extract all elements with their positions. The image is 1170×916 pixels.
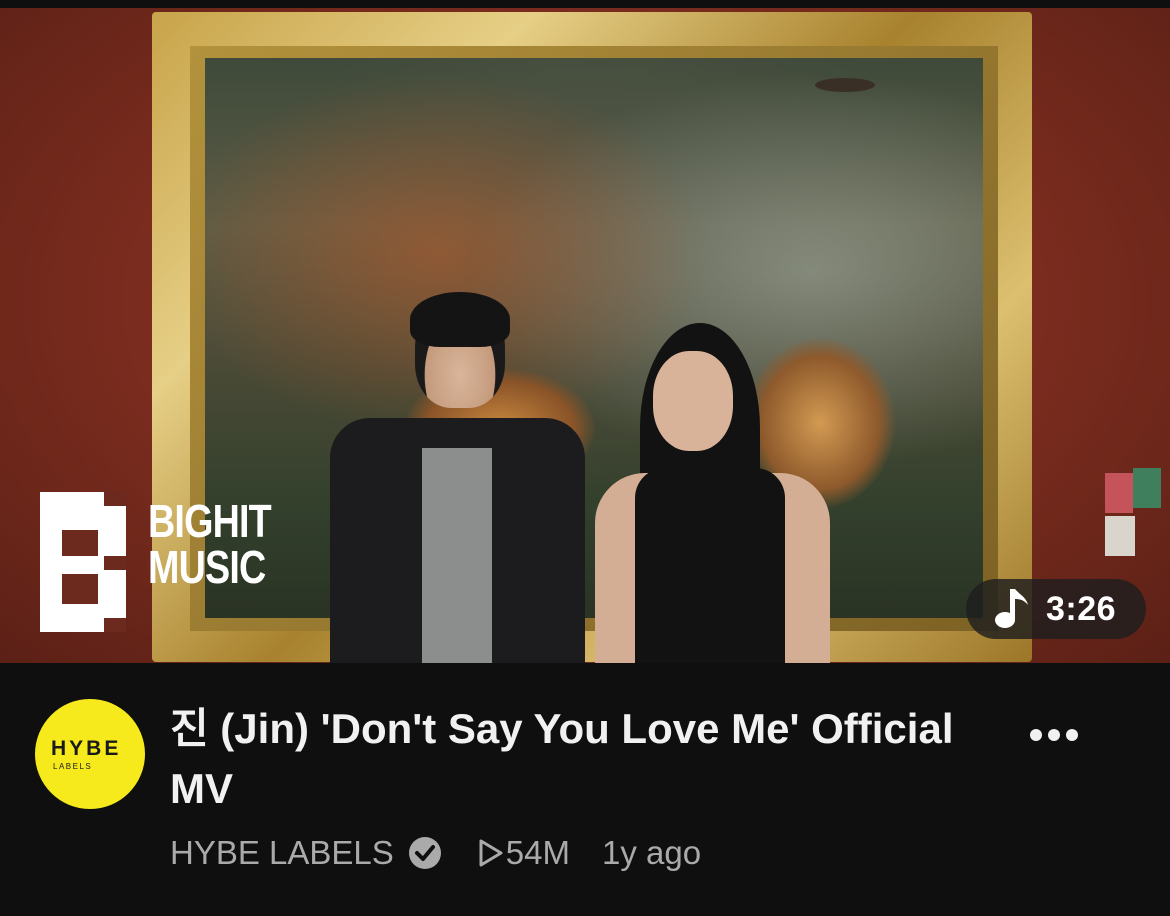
painting: [205, 58, 983, 618]
duration-text: 3:26: [1046, 589, 1117, 628]
verified-check-icon: [408, 837, 441, 869]
video-thumbnail[interactable]: BIGHIT MUSIC 3:26: [0, 8, 1170, 663]
view-count: 54M: [478, 834, 570, 872]
bird: [815, 78, 875, 92]
video-details: HYBE LABELS 진 (Jin) 'Don't Say You Love …: [0, 663, 1170, 916]
video-card[interactable]: BIGHIT MUSIC 3:26 HYBE LABELS 진 (Jin) 'D…: [0, 0, 1170, 916]
video-subtitle: HYBE LABELS 54M 1y ago: [170, 833, 701, 873]
wall-sign: [1105, 473, 1133, 513]
channel-avatar[interactable]: HYBE LABELS: [35, 699, 145, 809]
duration-badge: 3:26: [966, 579, 1146, 639]
more-options-icon: [1066, 729, 1078, 741]
view-count-text: 54M: [505, 834, 570, 871]
more-options-icon: [1030, 729, 1042, 741]
upload-age: 1y ago: [601, 834, 702, 871]
more-options-button[interactable]: [1030, 723, 1090, 747]
wall-sign: [1133, 468, 1161, 508]
play-icon: [479, 839, 503, 867]
wall-sign: [1105, 516, 1135, 556]
watermark-line-2: MUSIC: [148, 541, 266, 593]
bighit-logo-icon: [40, 492, 126, 632]
video-title[interactable]: 진 (Jin) 'Don't Say You Love Me' Official…: [170, 699, 1000, 819]
more-options-icon: [1048, 729, 1060, 741]
music-note-icon: [995, 589, 1028, 628]
avatar-line-2: LABELS: [53, 761, 93, 771]
watermark-text: BIGHIT MUSIC: [148, 495, 272, 593]
watermark-line-1: BIGHIT: [148, 495, 272, 547]
avatar-line-1: HYBE: [51, 736, 122, 760]
channel-name[interactable]: HYBE LABELS: [170, 834, 394, 872]
person-left: [330, 292, 585, 663]
person-right: [595, 323, 830, 663]
